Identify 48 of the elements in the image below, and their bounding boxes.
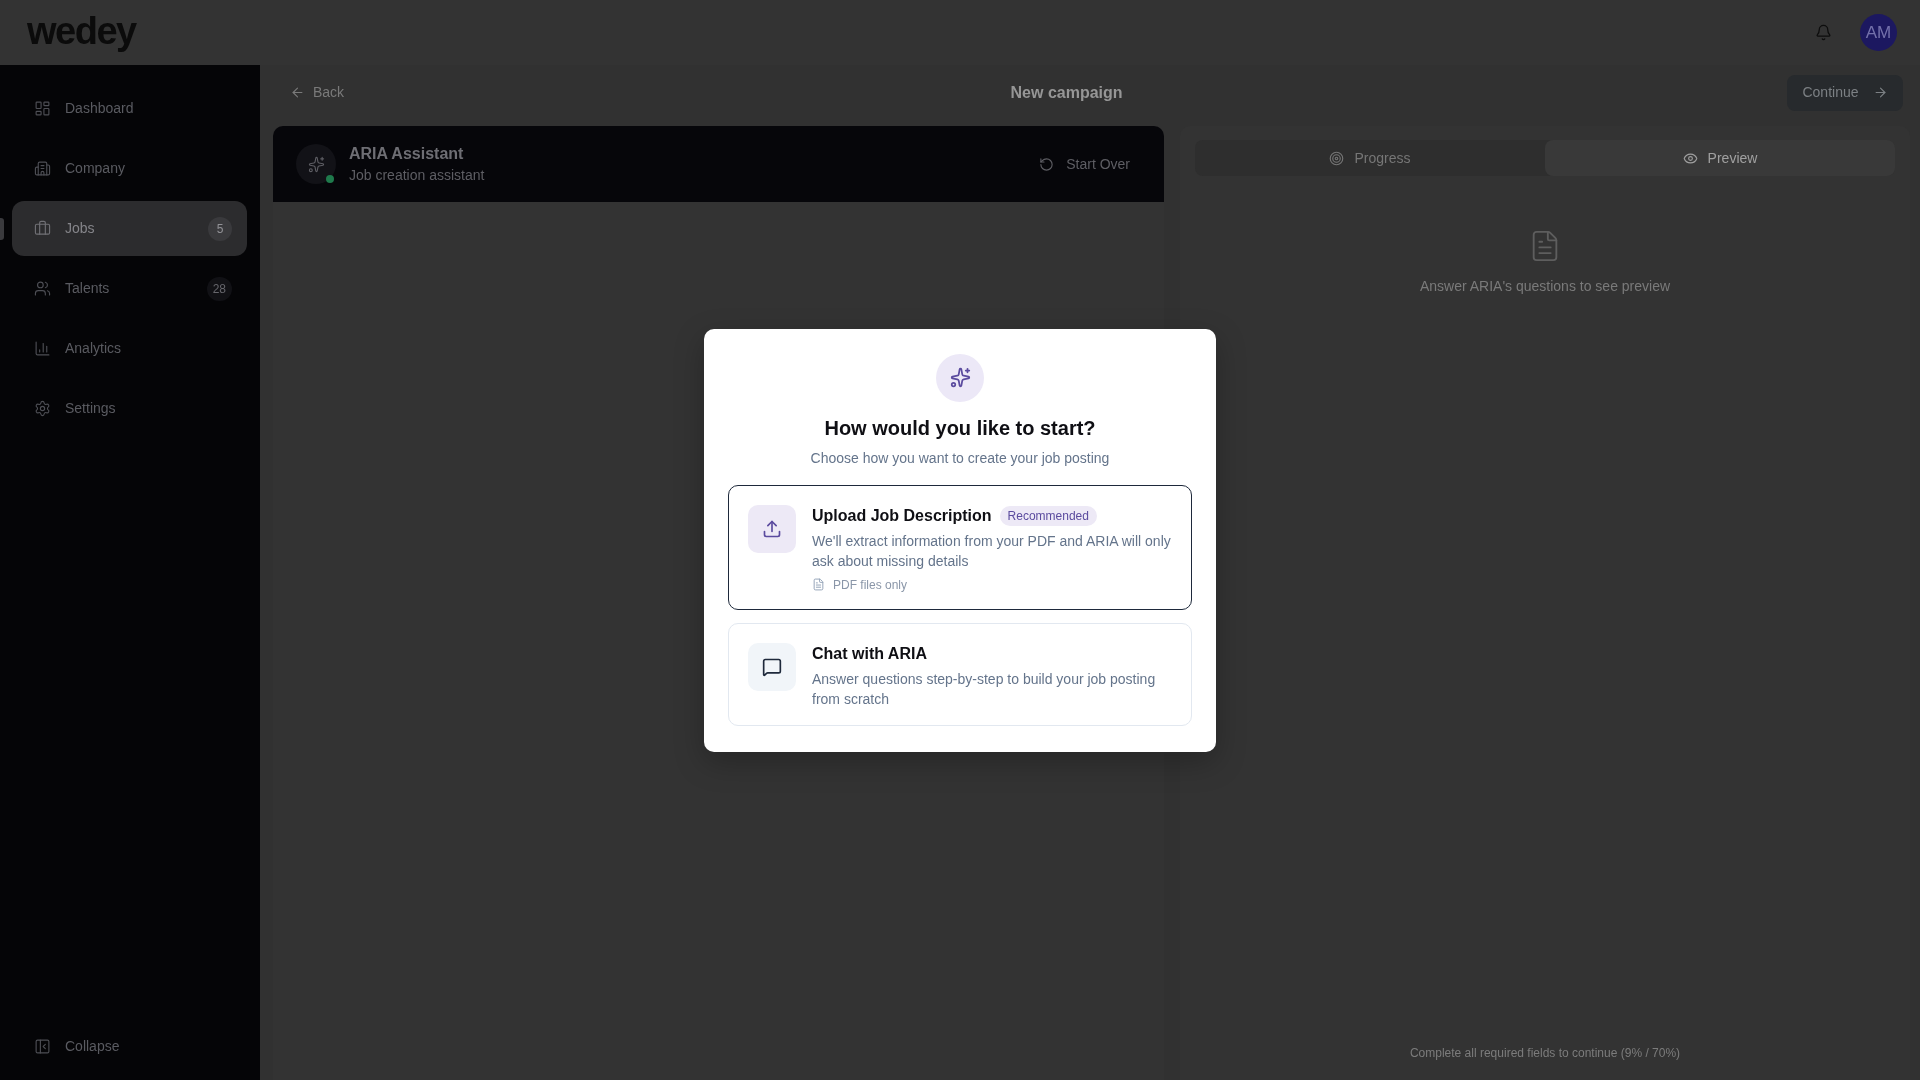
settings-icon [34, 400, 51, 417]
users-icon [34, 280, 51, 297]
panel-tab[interactable]: Progress [1195, 140, 1545, 176]
assistant-subtitle: Job creation assistant [349, 166, 485, 185]
recommended-badge: Recommended [999, 505, 1097, 526]
user-avatar[interactable]: AM [1860, 14, 1897, 51]
option-title: Chat with ARIA [812, 643, 927, 664]
bar-chart-icon [34, 340, 51, 357]
collapse-button[interactable]: Collapse [12, 1024, 162, 1068]
empty-preview-message: Answer ARIA's questions to see preview [1419, 277, 1671, 296]
upload-icon [748, 504, 796, 553]
collapse-sidebar-icon [34, 1037, 51, 1055]
count-badge: 28 [206, 276, 232, 301]
option-title: Upload Job Description [812, 505, 992, 526]
dialog-title: How would you like to start? [824, 415, 1096, 441]
building-icon [34, 160, 51, 177]
notification-bell-icon[interactable] [1815, 24, 1832, 41]
continue-button[interactable]: Continue [1787, 74, 1903, 111]
chat-bubble-icon [748, 642, 796, 691]
rotate-icon [1039, 156, 1055, 172]
sidebar-item[interactable]: Jobs 5 [12, 201, 247, 256]
start-option-card[interactable]: Upload Job Description Recommended We'll extract information from your PDF and ARIA will only ask about missing details PDF files only [728, 484, 1192, 610]
active-indicator [0, 217, 4, 240]
start-over-button[interactable]: Start Over [1027, 146, 1142, 182]
arrow-right-icon [1872, 85, 1888, 100]
target-icon [1329, 150, 1345, 166]
assistant-name: ARIA Assistant [349, 144, 465, 164]
option-description: Answer questions step-by-step to build your job posting from scratch [812, 669, 1157, 709]
briefcase-icon [34, 220, 51, 237]
back-button[interactable]: Back [288, 76, 347, 109]
sidebar-item[interactable]: Dashboard [12, 81, 247, 136]
sidebar-item[interactable]: Company [12, 141, 247, 196]
sparkles-icon [296, 144, 336, 184]
file-type-note: PDF files only [833, 576, 908, 593]
panel-tab[interactable]: Preview [1545, 140, 1895, 176]
page-title: New campaign [1010, 82, 1123, 103]
completion-hint: Complete all required fields to continue (9% / 70%) [1409, 1045, 1681, 1062]
sidebar-item[interactable]: Settings [12, 381, 247, 436]
start-option-card[interactable]: Chat with ARIA Answer questions step-by-step to build your job posting from scratch [728, 622, 1192, 726]
sparkles-icon [936, 353, 984, 402]
option-description: We'll extract information from your PDF and ARIA will only ask about missing details [812, 531, 1172, 571]
dialog-subtitle: Choose how you want to create your job posting [810, 448, 1110, 468]
sidebar-item[interactable]: Talents 28 [12, 261, 247, 316]
dashboard-icon [34, 100, 51, 117]
sidebar-item[interactable]: Analytics [12, 321, 247, 376]
file-icon [812, 578, 825, 591]
eye-icon [1682, 150, 1698, 166]
count-badge: 5 [208, 216, 232, 241]
